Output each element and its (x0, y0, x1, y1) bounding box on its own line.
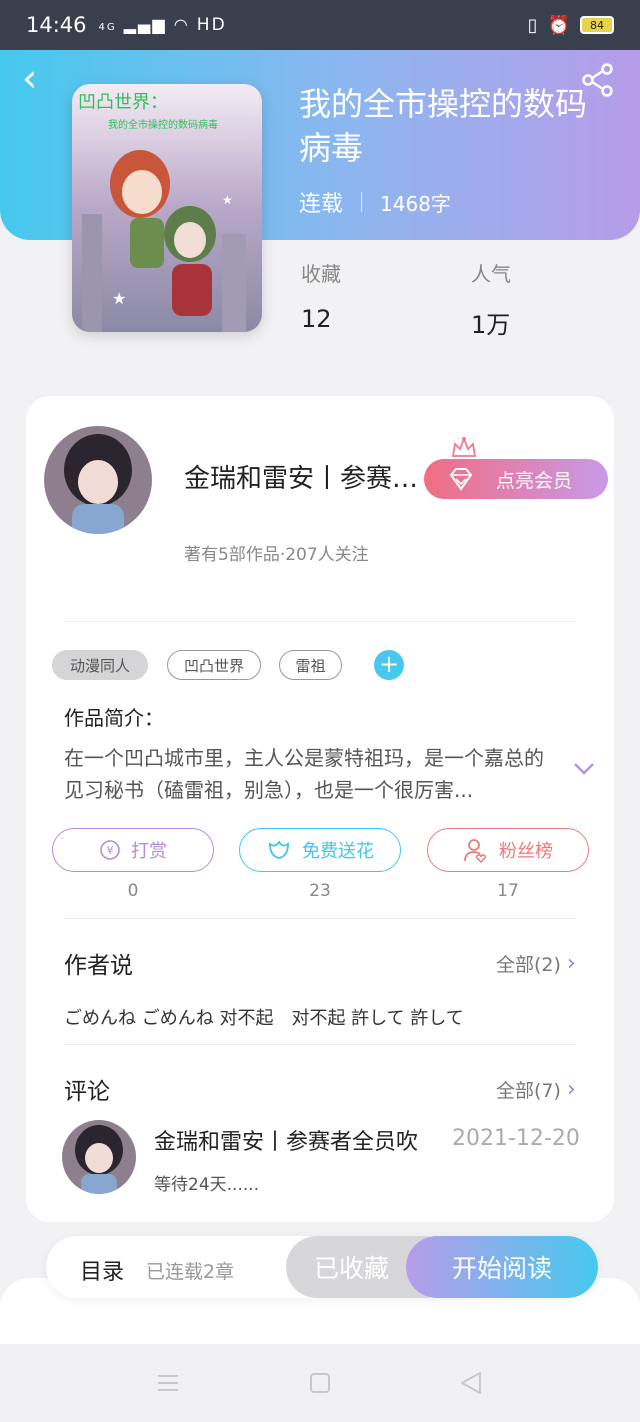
fan-ranking-label: 粉丝榜 (499, 841, 553, 862)
comments-more[interactable]: 全部(7) › (496, 1076, 576, 1103)
comment-date: 2021-12-20 (452, 1126, 580, 1151)
status-time: 14:46 (26, 13, 87, 37)
yen-icon: ¥ (100, 840, 120, 860)
cover-subtitle: 我的全市操控的数码病毒 (108, 120, 218, 131)
crown-icon (451, 436, 477, 457)
intro-text: 在一个凹凸城市里，主人公是蒙特祖玛，是一个嘉总的见习秘书（磕雷祖，别急），也是一… (64, 746, 544, 802)
author-name[interactable]: 金瑞和雷安丨参赛者全员吹 (184, 458, 424, 495)
author-say-text: ごめんね ごめんね 对不起 对不起 許して 許して (64, 1008, 464, 1029)
reward-button[interactable]: ¥ 打赏 (52, 828, 214, 872)
vibrate-icon: ▯ (527, 14, 538, 36)
favorited-label: 已收藏 (314, 1254, 390, 1283)
intro-title: 作品简介： (64, 706, 164, 730)
word-count: 1468字 (380, 191, 451, 216)
back-nav-icon[interactable] (458, 1370, 484, 1396)
divider (64, 1044, 576, 1045)
send-flower-label: 免费送花 (302, 841, 374, 862)
menu-icon[interactable] (155, 1370, 181, 1396)
alarm-icon: ⏰ (547, 14, 570, 36)
chevron-down-icon[interactable] (572, 760, 596, 778)
svg-text:¥: ¥ (107, 844, 114, 857)
comment-text: 等待24天...... (154, 1175, 260, 1195)
tag-anime-fanfic[interactable]: 动漫同人 (52, 650, 148, 680)
author-say-more-label: 全部(2) (496, 954, 561, 976)
cover-title: 凹凸世界： (78, 92, 168, 113)
battery-icon: 84 (580, 16, 614, 34)
tag-aotu-world[interactable]: 凹凸世界 (167, 650, 261, 680)
author-meta: 著有5部作品·207人关注 (184, 545, 369, 565)
hd-label: HD (196, 15, 227, 35)
commenter-name[interactable]: 金瑞和雷安丨参赛者全员吹 (154, 1124, 454, 1156)
author-avatar[interactable] (44, 426, 152, 534)
author-say-more[interactable]: 全部(2) › (496, 950, 576, 977)
comments-more-label: 全部(7) (496, 1080, 561, 1102)
stat-value: 12 (301, 305, 332, 333)
commenter-avatar[interactable] (62, 1120, 136, 1194)
chevron-right-icon: › (566, 1077, 576, 1102)
send-flower-button[interactable]: 免费送花 (239, 828, 401, 872)
toc-button[interactable]: 目录 (80, 1254, 124, 1286)
tag-leizu[interactable]: 雷祖 (279, 650, 342, 680)
home-icon[interactable] (307, 1370, 333, 1396)
divider (64, 621, 576, 622)
reward-count: 0 (127, 881, 139, 901)
start-reading-button[interactable]: 开始阅读 (406, 1236, 598, 1298)
fan-ranking-button[interactable]: 粉丝榜 (427, 828, 589, 872)
serial-status: 连载 (299, 192, 344, 217)
divider (64, 918, 576, 919)
book-status-row: 连载 1468字 (299, 186, 451, 218)
flower-icon (269, 840, 289, 859)
book-title: 我的全市操控的数码病毒 (299, 85, 588, 167)
user-heart-icon (464, 839, 486, 863)
divider (361, 192, 363, 212)
svg-text:★: ★ (112, 289, 126, 308)
chevron-right-icon: › (566, 951, 576, 976)
fan-count: 17 (497, 881, 519, 901)
status-bar: 14:46 4G ▂▄▆ ◠ HD ▯ ⏰ 84 (0, 0, 640, 50)
reward-label: 打赏 (131, 841, 167, 862)
stat-label: 人气 (471, 262, 511, 286)
flower-count: 23 (309, 881, 331, 901)
comments-title: 评论 (64, 1079, 110, 1105)
book-cover[interactable]: ★ ★ 凹凸世界： 我的全市操控的数码病毒 (72, 84, 262, 332)
add-tag-button[interactable]: + (374, 650, 404, 680)
signal-icon: 4G ▂▄▆ ◠ HD (98, 15, 227, 35)
svg-text:★: ★ (222, 193, 233, 207)
vip-label: 点亮会员 (496, 469, 573, 492)
diamond-icon (449, 468, 473, 491)
stat-favorites: 收藏 12 (301, 258, 341, 333)
stat-label: 收藏 (301, 262, 341, 286)
start-reading-label: 开始阅读 (451, 1254, 552, 1283)
back-icon[interactable]: ‹ (22, 59, 52, 97)
author-say-title: 作者说 (64, 953, 133, 979)
vip-button[interactable]: 点亮会员 (424, 459, 608, 499)
toc-chapters: 已连载2章 (146, 1261, 235, 1283)
stat-popularity: 人气 1万 (471, 258, 511, 340)
network-label: 4G (98, 22, 117, 33)
stat-value: 1万 (471, 311, 511, 339)
